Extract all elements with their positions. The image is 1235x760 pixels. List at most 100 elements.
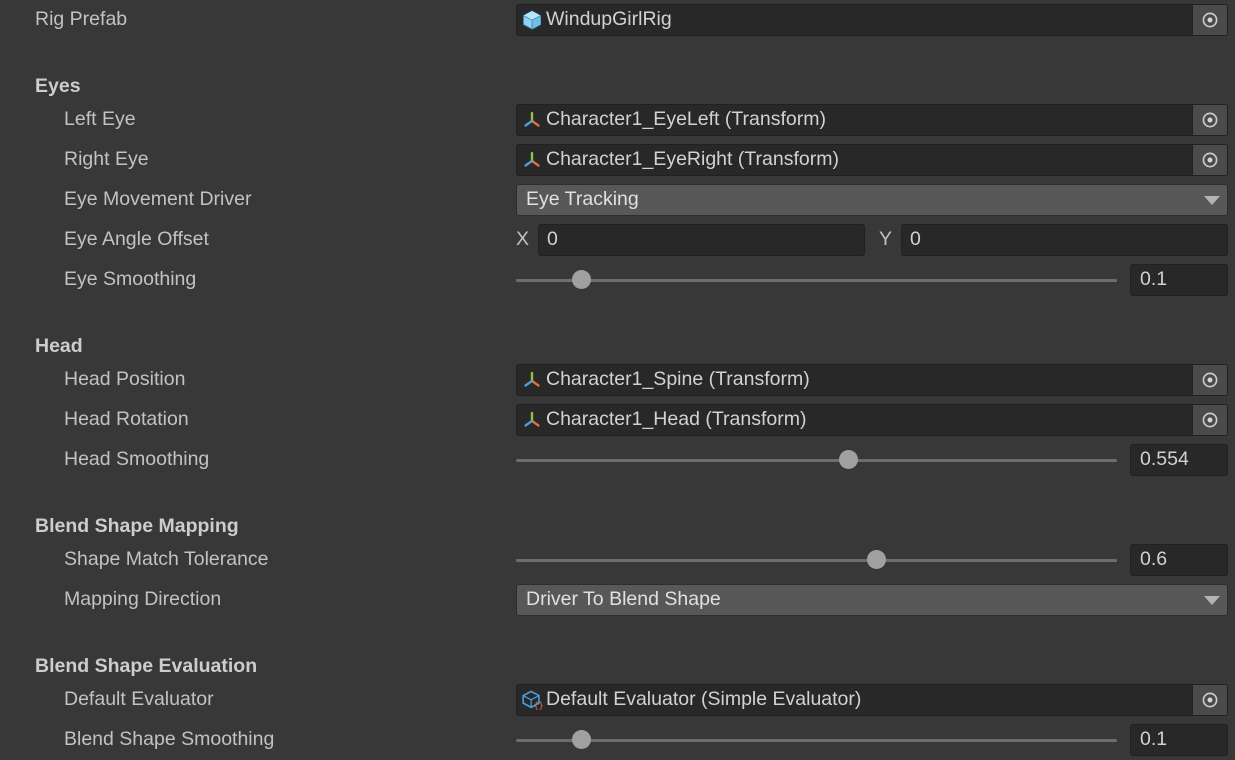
- unity-inspector-panel: Rig Prefab WindupGirlRig Eyes Left Eye Chara…: [0, 0, 1235, 756]
- object-picker-button[interactable]: [1192, 365, 1227, 395]
- slider-field-head-smoothing: 0.554: [516, 444, 1228, 476]
- field-control-blend-shape-smoothing: 0.1: [516, 724, 1228, 756]
- slider-track[interactable]: [516, 549, 1117, 571]
- field-row-head-position: Head Position Character1_Spine (Transform…: [0, 360, 1235, 400]
- slider-value-input[interactable]: 0.1: [1130, 264, 1228, 296]
- section-header-label: Blend Shape Evaluation: [35, 654, 258, 677]
- field-row-right-eye: Right Eye Character1_EyeRight (Transform): [0, 140, 1235, 180]
- field-row-head-rotation: Head Rotation Character1_Head (Transform): [0, 400, 1235, 440]
- field-control-eye-movement-driver: Eye Tracking: [516, 184, 1228, 216]
- object-field-right-eye[interactable]: Character1_EyeRight (Transform): [516, 144, 1228, 176]
- section-header-label: Eyes: [35, 74, 81, 97]
- field-label-eye-angle-offset: Eye Angle Offset: [64, 228, 209, 251]
- object-field-default-evaluator[interactable]: {} Default Evaluator (Simple Evaluator): [516, 684, 1228, 716]
- field-label-rig-prefab: Rig Prefab: [35, 8, 128, 31]
- chevron-down-icon: [1204, 595, 1220, 605]
- x-value-input[interactable]: 0: [538, 224, 865, 256]
- field-row-mapping-direction: Mapping Direction Driver To Blend Shape: [0, 580, 1235, 620]
- field-control-shape-match-tolerance: 0.6: [516, 544, 1228, 576]
- object-field-head-rotation[interactable]: Character1_Head (Transform): [516, 404, 1228, 436]
- section-header-label: Head: [35, 334, 83, 357]
- section-header-label: Blend Shape Mapping: [35, 514, 239, 537]
- scriptable-object-icon: {}: [522, 690, 543, 711]
- dropdown-mapping-direction[interactable]: Driver To Blend Shape: [516, 584, 1228, 616]
- slider-handle[interactable]: [866, 550, 886, 569]
- object-field-value: Character1_EyeLeft (Transform): [546, 110, 826, 130]
- section-blend-shape-mapping-header: Blend Shape Mapping: [0, 480, 1235, 540]
- vector2-field-eye-angle-offset: X0Y0: [516, 224, 1228, 256]
- y-axis-label: Y: [879, 228, 893, 251]
- object-picker-button[interactable]: [1192, 145, 1227, 175]
- object-field-value: Character1_Head (Transform): [546, 410, 807, 430]
- section-eyes-header: Eyes: [0, 40, 1235, 100]
- field-label-left-eye: Left Eye: [64, 108, 136, 131]
- object-picker-icon: [1202, 152, 1218, 168]
- object-field-left-eye[interactable]: Character1_EyeLeft (Transform): [516, 104, 1228, 136]
- field-row-shape-match-tolerance: Shape Match Tolerance 0.6: [0, 540, 1235, 580]
- object-picker-icon: [1202, 692, 1218, 708]
- transform-gizmo-icon: [524, 371, 540, 387]
- object-field-value: Default Evaluator (Simple Evaluator): [546, 690, 862, 710]
- object-field-value: Character1_Spine (Transform): [546, 370, 810, 390]
- object-picker-button[interactable]: [1192, 685, 1227, 715]
- object-picker-icon: [1202, 12, 1218, 28]
- dropdown-value: Eye Tracking: [526, 188, 639, 211]
- dropdown-eye-movement-driver[interactable]: Eye Tracking: [516, 184, 1228, 216]
- section-head-header: Head: [0, 300, 1235, 360]
- field-label-eye-movement-driver: Eye Movement Driver: [64, 188, 252, 211]
- field-control-head-rotation: Character1_Head (Transform): [516, 404, 1228, 436]
- slider-track[interactable]: [516, 729, 1117, 751]
- field-row-eye-movement-driver: Eye Movement Driver Eye Tracking: [0, 180, 1235, 220]
- slider-handle[interactable]: [838, 450, 858, 469]
- object-picker-button[interactable]: [1192, 105, 1227, 135]
- slider-field-eye-smoothing: 0.1: [516, 264, 1228, 296]
- field-label-mapping-direction: Mapping Direction: [64, 588, 222, 611]
- field-label-eye-smoothing: Eye Smoothing: [64, 268, 197, 291]
- slider-handle[interactable]: [572, 730, 592, 749]
- prefab-cube-icon: [523, 10, 541, 30]
- slider-track-line: [516, 459, 1117, 462]
- slider-handle[interactable]: [572, 270, 592, 289]
- slider-value-input[interactable]: 0.1: [1130, 724, 1228, 756]
- field-row-head-smoothing: Head Smoothing 0.554: [0, 440, 1235, 480]
- slider-track-line: [516, 279, 1117, 282]
- slider-track[interactable]: [516, 269, 1117, 291]
- field-row-default-evaluator: Default Evaluator {} Default Evaluator (Si…: [0, 680, 1235, 720]
- slider-field-blend-shape-smoothing: 0.1: [516, 724, 1228, 756]
- dropdown-value: Driver To Blend Shape: [526, 588, 721, 611]
- transform-gizmo-icon: [524, 151, 540, 167]
- field-control-right-eye: Character1_EyeRight (Transform): [516, 144, 1228, 176]
- field-control-head-smoothing: 0.554: [516, 444, 1228, 476]
- field-label-default-evaluator: Default Evaluator: [64, 688, 214, 711]
- field-row-blend-shape-smoothing: Blend Shape Smoothing 0.1: [0, 720, 1235, 760]
- object-picker-icon: [1202, 112, 1218, 128]
- object-field-value: WindupGirlRig: [546, 10, 672, 30]
- object-picker-button[interactable]: [1192, 405, 1227, 435]
- field-row-rig-prefab: Rig Prefab WindupGirlRig: [0, 0, 1235, 40]
- field-control-default-evaluator: {} Default Evaluator (Simple Evaluator): [516, 684, 1228, 716]
- field-control-eye-angle-offset: X0Y0: [516, 224, 1228, 256]
- object-field-value: Character1_EyeRight (Transform): [546, 150, 839, 170]
- field-row-eye-angle-offset: Eye Angle Offset X 0 Y 0: [0, 220, 1235, 260]
- slider-value-input[interactable]: 0.554: [1130, 444, 1228, 476]
- y-value-input[interactable]: 0: [901, 224, 1228, 256]
- field-row-eye-smoothing: Eye Smoothing 0.1: [0, 260, 1235, 300]
- transform-gizmo-icon: [524, 411, 540, 427]
- field-label-right-eye: Right Eye: [64, 148, 149, 171]
- object-picker-button[interactable]: [1192, 5, 1227, 35]
- slider-track[interactable]: [516, 449, 1117, 471]
- chevron-down-icon: [1204, 195, 1220, 205]
- object-picker-icon: [1202, 412, 1218, 428]
- field-label-head-smoothing: Head Smoothing: [64, 448, 210, 471]
- object-field-head-position[interactable]: Character1_Spine (Transform): [516, 364, 1228, 396]
- field-row-left-eye: Left Eye Character1_EyeLeft (Transform): [0, 100, 1235, 140]
- x-axis-label: X: [516, 228, 530, 251]
- slider-track-line: [516, 739, 1117, 742]
- field-control-mapping-direction: Driver To Blend Shape: [516, 584, 1228, 616]
- object-field-rig-prefab[interactable]: WindupGirlRig: [516, 4, 1228, 36]
- field-label-head-position: Head Position: [64, 368, 186, 391]
- field-control-eye-smoothing: 0.1: [516, 264, 1228, 296]
- transform-gizmo-icon: [524, 111, 540, 127]
- slider-value-input[interactable]: 0.6: [1130, 544, 1228, 576]
- section-blend-shape-evaluation-header: Blend Shape Evaluation: [0, 620, 1235, 680]
